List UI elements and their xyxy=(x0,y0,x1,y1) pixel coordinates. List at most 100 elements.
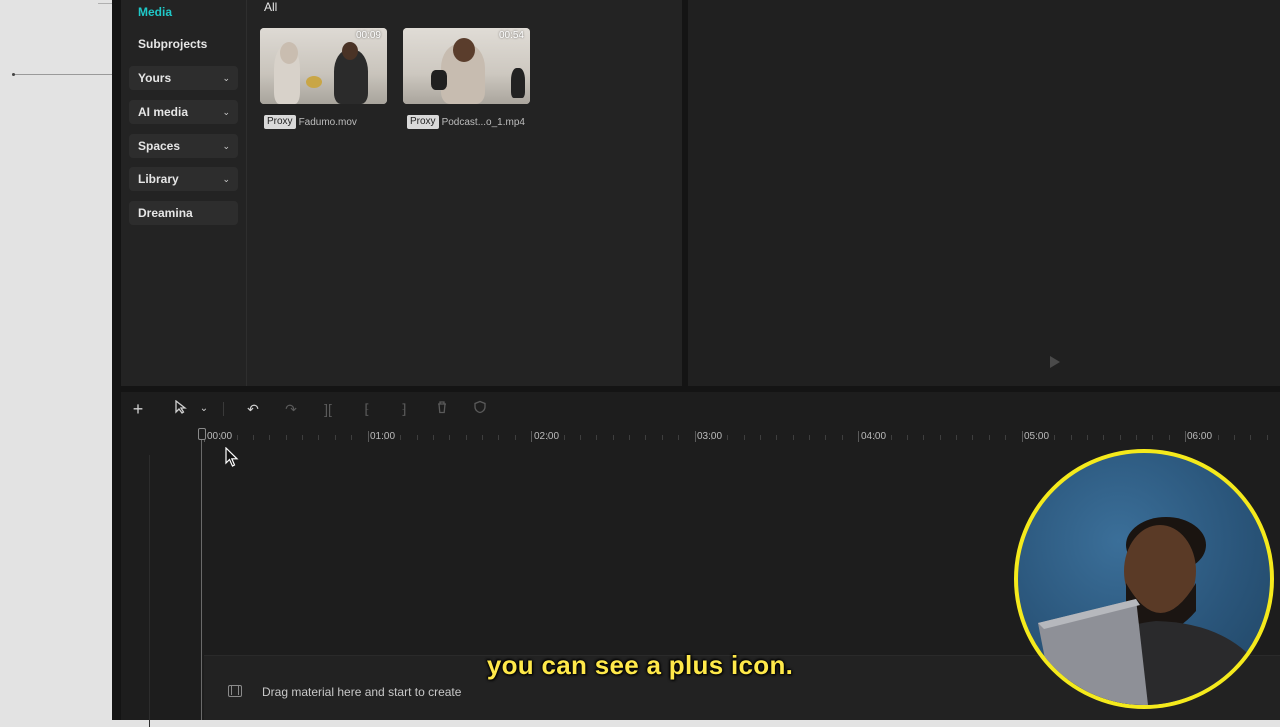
ruler-minor-tick xyxy=(1234,435,1236,440)
preview-panel xyxy=(688,0,1280,386)
chevron-down-icon[interactable]: ⌄ xyxy=(195,400,213,418)
delete-icon[interactable] xyxy=(433,400,451,418)
ruler-label: 03:00 xyxy=(697,431,723,442)
ruler-major-tick xyxy=(1185,431,1186,442)
ruler-minor-tick xyxy=(1086,435,1088,440)
ruler-minor-tick xyxy=(1168,435,1170,440)
ruler-minor-tick xyxy=(743,435,745,440)
ruler-minor-tick xyxy=(498,435,500,440)
ruler-label: 05:00 xyxy=(1024,431,1050,442)
decorative-dot xyxy=(12,73,15,76)
split-icon[interactable]: ][ xyxy=(319,400,337,418)
playhead-handle[interactable] xyxy=(198,428,206,440)
ruler-minor-tick xyxy=(678,435,680,440)
media-card[interactable]: 00:09 Proxy Fadumo.mov xyxy=(260,28,388,130)
select-pointer-icon[interactable] xyxy=(171,399,189,418)
ruler-minor-tick xyxy=(1119,435,1121,440)
ruler-minor-tick xyxy=(988,435,990,440)
trim-left-icon[interactable]: ⁅ xyxy=(358,400,376,418)
thumbnail-figure xyxy=(431,70,447,90)
ruler-minor-tick xyxy=(1103,435,1105,440)
ruler-minor-tick xyxy=(1005,435,1007,440)
ruler-label: 01:00 xyxy=(370,431,396,442)
sidebar-item-label: Dreamina xyxy=(138,206,193,220)
sidebar-item-label: Spaces xyxy=(138,139,181,153)
ruler-minor-tick xyxy=(1266,435,1268,440)
proxy-badge: Proxy xyxy=(407,115,439,129)
play-icon[interactable] xyxy=(1050,356,1060,368)
toolbar-divider xyxy=(223,402,224,416)
ruler-minor-tick xyxy=(1152,435,1154,440)
sidebar-item-spaces[interactable]: Spaces ⌄ xyxy=(129,134,238,158)
chevron-down-icon: ⌄ xyxy=(222,107,230,117)
chevron-down-icon: ⌄ xyxy=(222,73,230,83)
track-header-divider xyxy=(149,455,150,727)
ruler-major-tick xyxy=(694,431,696,442)
sidebar-item-label: Subprojects xyxy=(138,37,208,51)
sidebar-item-subprojects[interactable]: Subprojects xyxy=(129,32,238,56)
sidebar-item-yours[interactable]: Yours ⌄ xyxy=(129,66,238,90)
timeline-toolbar: + ⌄ ↶ ↷ ][ ⁅ ⁆ xyxy=(121,392,1280,426)
media-card[interactable]: 00:54 Proxy Podcast...o_1.mp4 xyxy=(403,28,531,130)
ruler-label: 02:00 xyxy=(534,431,560,442)
ruler-minor-tick xyxy=(629,435,631,440)
ruler-minor-tick xyxy=(285,435,287,440)
duration-badge: 00:09 xyxy=(355,30,381,41)
plus-icon[interactable]: + xyxy=(129,400,147,418)
ruler-minor-tick xyxy=(465,435,467,440)
chevron-down-icon: ⌄ xyxy=(222,141,230,151)
trim-right-icon[interactable]: ⁆ xyxy=(395,400,413,418)
ruler-minor-tick xyxy=(351,435,353,440)
drop-hint-text: Drag material here and start to create xyxy=(262,685,462,699)
sidebar-item-label: Media xyxy=(138,5,173,19)
duration-badge: 00:54 xyxy=(498,30,524,41)
ruler-minor-tick xyxy=(890,435,892,440)
ruler-minor-tick xyxy=(972,435,974,440)
sidebar-item-dreamina[interactable]: Dreamina xyxy=(129,201,238,225)
desktop-background-strip xyxy=(0,0,112,720)
ruler-minor-tick xyxy=(514,435,516,440)
ruler-minor-tick xyxy=(825,435,827,440)
ruler-minor-tick xyxy=(334,435,336,440)
thumbnail-figure xyxy=(306,76,322,88)
decorative-line xyxy=(98,3,112,4)
ruler-minor-tick xyxy=(269,435,271,440)
file-name: Podcast...o_1.mp4 xyxy=(441,116,525,128)
ruler-minor-tick xyxy=(645,435,647,440)
ruler-minor-tick xyxy=(236,435,238,440)
ruler-label: 00:00 xyxy=(207,431,233,442)
film-strip-icon xyxy=(228,685,242,697)
filter-all-tab[interactable]: All xyxy=(264,0,277,14)
ruler-major-tick xyxy=(531,431,532,442)
ruler-minor-tick xyxy=(956,435,958,440)
proxy-badge: Proxy xyxy=(264,115,296,129)
undo-icon[interactable]: ↶ xyxy=(244,400,262,418)
ruler-major-tick xyxy=(858,431,859,442)
thumbnail-figure xyxy=(511,68,525,98)
decorative-line xyxy=(14,74,112,75)
ruler-minor-tick xyxy=(253,435,255,440)
subtitle-caption: you can see a plus icon. xyxy=(486,650,794,680)
ruler-minor-tick xyxy=(792,435,794,440)
video-thumbnail[interactable]: 00:09 xyxy=(260,28,387,104)
shield-icon[interactable] xyxy=(471,400,489,418)
file-name: Fadumo.mov xyxy=(298,116,357,128)
mouse-cursor-icon xyxy=(225,446,239,472)
ruler-minor-tick xyxy=(596,435,598,440)
ruler-minor-tick xyxy=(563,435,565,440)
sidebar-item-media[interactable]: Media xyxy=(129,0,238,24)
timeline-ruler[interactable]: 00:00 01:00 02:00 03:00 04:00 05:00 06:0… xyxy=(121,426,1280,448)
ruler-minor-tick xyxy=(580,435,582,440)
thumbnail-figure xyxy=(342,42,358,60)
ruler-minor-tick xyxy=(416,435,418,440)
sidebar-item-library[interactable]: Library ⌄ xyxy=(129,167,238,191)
ruler-minor-tick xyxy=(841,435,843,440)
ruler-minor-tick xyxy=(1250,435,1252,440)
video-thumbnail[interactable]: 00:54 xyxy=(403,28,530,104)
ruler-minor-tick xyxy=(727,435,729,440)
sidebar-item-ai-media[interactable]: AI media ⌄ xyxy=(129,100,238,124)
ruler-label: 06:00 xyxy=(1187,431,1213,442)
redo-icon[interactable]: ↷ xyxy=(282,400,300,418)
ruler-minor-tick xyxy=(776,435,778,440)
ruler-minor-tick xyxy=(400,435,402,440)
